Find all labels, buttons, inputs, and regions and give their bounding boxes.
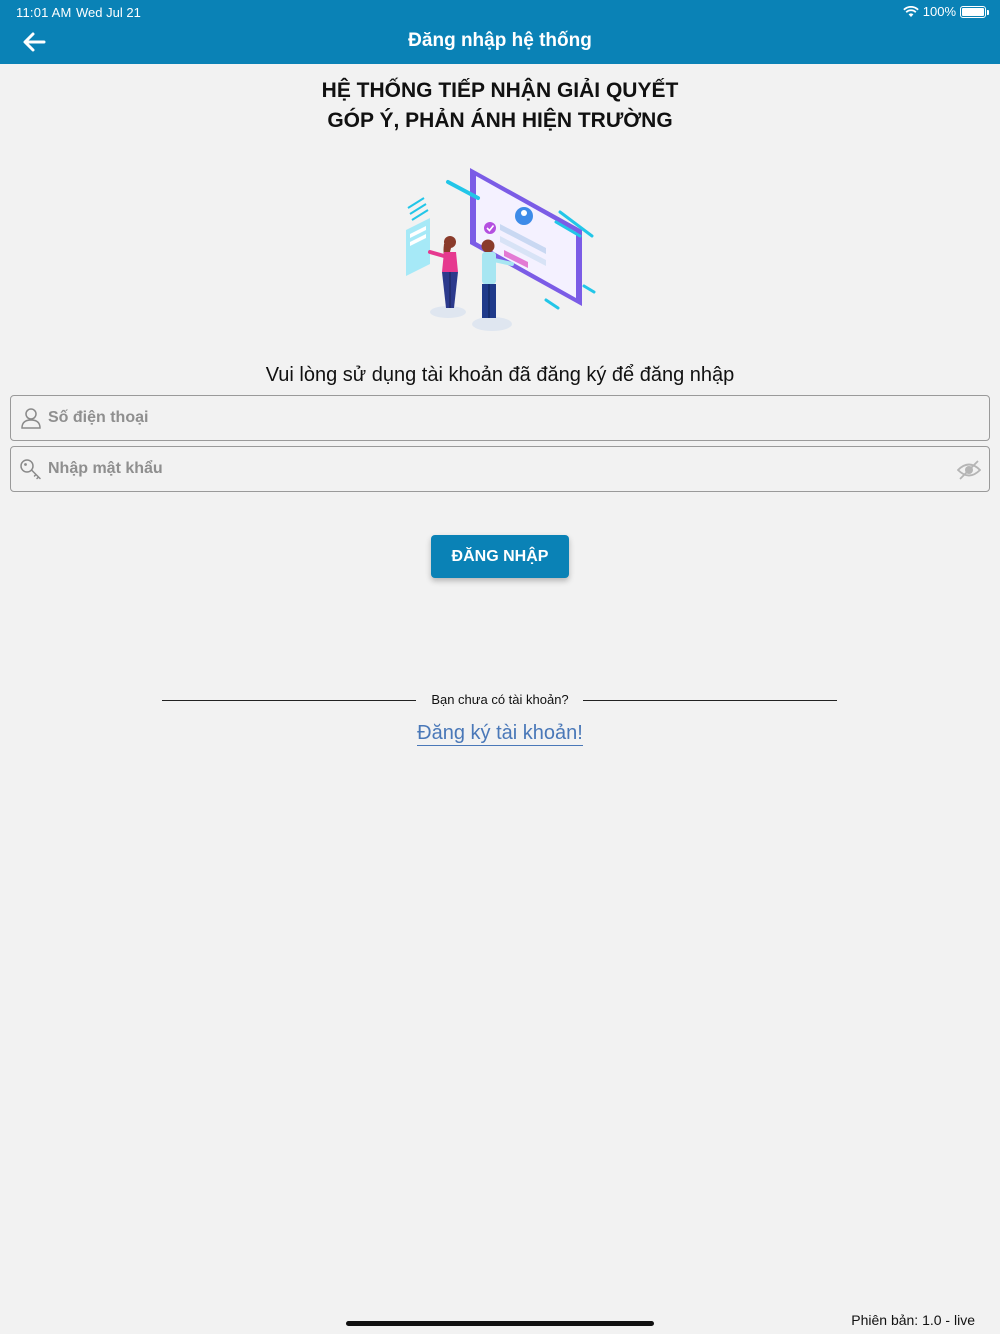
password-field[interactable]: Nhập mật khẩu <box>10 446 990 492</box>
phone-placeholder: Số điện thoại <box>48 409 149 426</box>
key-icon <box>20 459 41 480</box>
register-prompt: Bạn chưa có tài khoản? <box>425 692 575 707</box>
user-icon <box>21 408 41 429</box>
register-prompt-row: Bạn chưa có tài khoản? <box>0 692 1000 707</box>
status-indicators: 100% <box>903 4 989 19</box>
eye-slash-icon[interactable] <box>957 459 981 481</box>
system-heading: HỆ THỐNG TIẾP NHẬN GIẢI QUYẾT GÓP Ý, PHẢ… <box>0 76 1000 136</box>
login-button[interactable]: ĐĂNG NHẬP <box>431 535 569 578</box>
login-instruction: Vui lòng sử dụng tài khoản đã đăng ký để… <box>265 364 735 386</box>
version-label: Phiên bản: 1.0 - live <box>851 1312 975 1328</box>
status-time: 11:01 AM <box>16 5 72 20</box>
register-link-row: Đăng ký tài khoản! <box>0 722 1000 746</box>
login-illustration <box>406 168 596 331</box>
battery-icon <box>960 5 989 18</box>
home-indicator <box>346 1321 654 1326</box>
top-bar: 11:01 AM Wed Jul 21 100% Đăng nhập hệ th… <box>0 0 1000 64</box>
page-title: Đăng nhập hệ thống <box>408 30 592 51</box>
phone-field[interactable]: Số điện thoại <box>10 395 990 441</box>
wifi-icon <box>903 5 919 17</box>
heading-line-2: GÓP Ý, PHẢN ÁNH HIỆN TRƯỜNG <box>327 109 673 132</box>
password-placeholder: Nhập mật khẩu <box>48 460 163 477</box>
status-date: Wed Jul 21 <box>76 5 141 20</box>
heading-line-1: HỆ THỐNG TIẾP NHẬN GIẢI QUYẾT <box>321 79 679 102</box>
battery-percent: 100% <box>922 4 956 19</box>
register-link[interactable]: Đăng ký tài khoản! <box>417 722 583 746</box>
